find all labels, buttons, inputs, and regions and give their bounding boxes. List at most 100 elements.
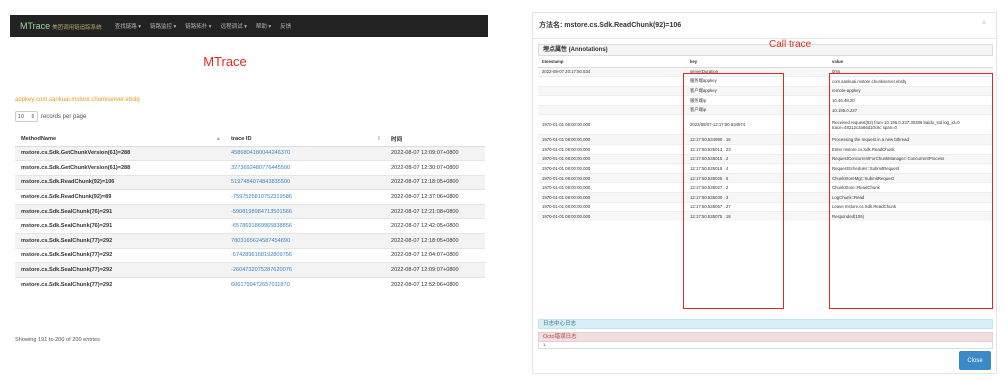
column-header-key: key <box>686 57 828 68</box>
method-name-cell: mstore.cs.Sdk.SealChunk(77)=292 <box>15 262 225 278</box>
table-row: mstore.cs.Sdk.GetChunkVersion(61)=288 327… <box>15 160 485 176</box>
nav-item-feedback[interactable]: 反馈 <box>280 22 291 30</box>
timestamp-cell: 1970-01-01 08:00:00.000 <box>538 163 686 174</box>
brand-logo[interactable]: MTrace 美团调用链追踪系统 <box>20 21 102 31</box>
appkey-label: appkey:com.sankuai.mstore.chunkserver.eb… <box>15 97 140 103</box>
table-row: mstore.cs.Sdk.SealChunk(77)=292 780316562… <box>15 233 485 249</box>
table-row: mstore.cs.Sdk.SealChunk(77)=292 -57428961… <box>15 247 485 263</box>
value-column-highlight <box>829 73 993 309</box>
time-cell: 2022-08-07 12:30:07+0800 <box>385 160 485 176</box>
per-page-select[interactable]: 10 ⇕ <box>15 111 38 122</box>
call-trace-annotation: Call trace <box>769 39 812 50</box>
method-name-cell: mstore.cs.Sdk.ReadChunk(92)=106 <box>15 174 225 190</box>
timestamp-cell <box>538 95 686 106</box>
column-header-time-label: 时间 <box>391 136 403 143</box>
key-column-highlight <box>683 73 784 309</box>
modal-title: 方法名: mstore.cs.Sdk.ReadChunk(92)=106 <box>539 22 682 29</box>
time-cell: 2022-08-07 12:18:05+0800 <box>385 174 485 190</box>
per-page-label: records per page <box>41 113 87 120</box>
time-cell: 2022-08-07 12:42:05+0800 <box>385 218 485 234</box>
brand-name: MTrace <box>20 21 51 31</box>
column-header-method[interactable]: MethodName ▲ <box>15 132 225 147</box>
pagination-info: Showing 191 to 200 of 200 entries <box>15 337 100 343</box>
timestamp-cell: 1970-01-01 08:00:00.000 <box>538 153 686 164</box>
trace-id-link[interactable]: 7803165624587454890 <box>225 233 385 249</box>
log-center-panel-header[interactable]: 日志中心日志 <box>538 319 993 329</box>
timestamp-cell: 1970-01-01 08:00:00.000 <box>538 201 686 212</box>
timestamp-cell: 1970-01-01 08:00:00.000 <box>538 172 686 183</box>
timestamp-cell: 1970-01-01 08:00:00.000 <box>538 134 686 145</box>
column-header-value: value <box>828 57 993 68</box>
method-name-cell: mstore.cs.Sdk.GetChunkVersion(61)=288 <box>15 145 225 161</box>
trace-id-link[interactable]: 6061799472657011870 <box>225 276 385 292</box>
close-icon[interactable]: × <box>982 20 986 27</box>
trace-id-link[interactable]: 3273692480776445500 <box>225 160 385 176</box>
annotations-header-row: timestamp key value <box>538 57 993 68</box>
table-row: mstore.cs.Sdk.GetChunkVersion(61)=288 458… <box>15 145 485 161</box>
method-name-cell: mstore.cs.Sdk.SealChunk(77)=292 <box>15 247 225 263</box>
trace-id-link[interactable]: -7597525810752319586 <box>225 189 385 205</box>
method-name-cell: mstore.cs.Sdk.ReadChunk(92)=89 <box>15 189 225 205</box>
timestamp-cell <box>538 85 686 96</box>
trace-id-link[interactable]: -5742896168192809756 <box>225 247 385 263</box>
method-name-cell: mstore.cs.Sdk.SealChunk(76)=291 <box>15 218 225 234</box>
column-header-timestamp: timestamp <box>538 57 686 68</box>
close-button[interactable]: Close <box>959 351 991 370</box>
trace-detail-modal: 方法名: mstore.cs.Sdk.ReadChunk(92)=106 × 埋… <box>532 12 998 374</box>
table-row: mstore.cs.Sdk.SealChunk(76)=291 -65786918… <box>15 218 485 234</box>
brand-subtitle: 美团调用链追踪系统 <box>52 25 102 31</box>
trace-id-link[interactable]: 4586804180044246370 <box>225 145 385 161</box>
time-cell: 2022-08-07 12:52:06+0800 <box>385 276 485 292</box>
table-header-row: MethodName ▲ trace ID ⇕ 时间 <box>15 132 485 147</box>
octo-error-log-body: 1. <box>538 342 993 349</box>
per-page-value: 10 <box>18 113 25 120</box>
modal-divider <box>533 38 998 39</box>
column-header-trace-label: trace ID <box>231 135 252 142</box>
trace-list-page: MTrace 美团调用链追踪系统 查找链路 ▾ 链路监控 ▾ 链路拓扑 ▾ 远程调… <box>0 0 500 381</box>
column-header-trace-id[interactable]: trace ID ⇕ <box>225 132 385 147</box>
method-name-cell: mstore.cs.Sdk.SealChunk(76)=291 <box>15 203 225 219</box>
trace-id-link[interactable]: 5197484074843835500 <box>225 174 385 190</box>
table-row: mstore.cs.Sdk.SealChunk(77)=292 -26047320… <box>15 262 485 278</box>
column-header-method-label: MethodName <box>21 135 57 142</box>
timestamp-cell: 1970-01-01 08:00:00.000 <box>538 192 686 203</box>
nav-item-remote-debug[interactable]: 远程调试 ▾ <box>221 22 247 30</box>
nav-item-trace-monitor[interactable]: 链路监控 ▾ <box>150 22 176 30</box>
time-cell: 2022-08-07 12:09:07+0800 <box>385 145 485 161</box>
nav-item-help[interactable]: 帮助 ▾ <box>256 22 271 30</box>
page-title: MTrace <box>203 54 247 69</box>
octo-error-log-header[interactable]: Octo错误日志 <box>538 332 993 342</box>
timestamp-cell: 1970-01-01 08:00:00.000 <box>538 114 686 135</box>
timestamp-cell: 2022-08-07 20:17:50.534 <box>538 66 686 77</box>
time-cell: 2022-08-07 12:09:07+0800 <box>385 262 485 278</box>
timestamp-cell <box>538 104 686 115</box>
time-cell: 2022-08-07 12:21:08+0800 <box>385 203 485 219</box>
method-name-cell: mstore.cs.Sdk.SealChunk(77)=292 <box>15 276 225 292</box>
annotations-panel-header: 埋点属性 (Annotations) <box>538 44 993 56</box>
timestamp-cell <box>538 76 686 87</box>
trace-id-link[interactable]: -2604732075287620076 <box>225 262 385 278</box>
time-cell: 2022-08-07 12:04:07+0800 <box>385 247 485 263</box>
table-row: mstore.cs.Sdk.ReadChunk(92)=89 -759752581… <box>15 189 485 205</box>
sort-both-icon: ⇕ <box>376 135 381 142</box>
per-page-control: 10 ⇕ records per page <box>15 111 86 122</box>
table-row: mstore.cs.Sdk.SealChunk(76)=291 -59081989… <box>15 203 485 219</box>
method-name-cell: mstore.cs.Sdk.GetChunkVersion(61)=288 <box>15 160 225 176</box>
select-arrows-icon: ⇕ <box>30 113 35 120</box>
table-row: mstore.cs.Sdk.ReadChunk(92)=106 519748407… <box>15 174 485 190</box>
trace-id-link[interactable]: -5908198984713501566 <box>225 203 385 219</box>
trace-table: MethodName ▲ trace ID ⇕ 时间 mstore.cs.Sdk.G… <box>15 132 485 292</box>
nav-item-find-trace[interactable]: 查找链路 ▾ <box>115 22 141 30</box>
table-row: mstore.cs.Sdk.SealChunk(77)=292 606179947… <box>15 276 485 292</box>
column-header-time[interactable]: 时间 <box>385 132 485 147</box>
sort-up-icon: ▲ <box>215 135 221 142</box>
timestamp-cell: 1970-01-01 08:00:00.000 <box>538 144 686 155</box>
timestamp-cell: 1970-01-01 08:00:00.000 <box>538 182 686 193</box>
method-name-cell: mstore.cs.Sdk.SealChunk(77)=292 <box>15 233 225 249</box>
trace-id-link[interactable]: -6578691869965838856 <box>225 218 385 234</box>
timestamp-cell: 1970-01-01 08:00:00.000 <box>538 211 686 222</box>
nav-item-trace-topology[interactable]: 链路拓扑 ▾ <box>185 22 211 30</box>
time-cell: 2022-08-07 12:18:05+0800 <box>385 233 485 249</box>
time-cell: 2022-08-07 12:37:06+0800 <box>385 189 485 205</box>
top-navbar: MTrace 美团调用链追踪系统 查找链路 ▾ 链路监控 ▾ 链路拓扑 ▾ 远程调… <box>10 15 488 37</box>
